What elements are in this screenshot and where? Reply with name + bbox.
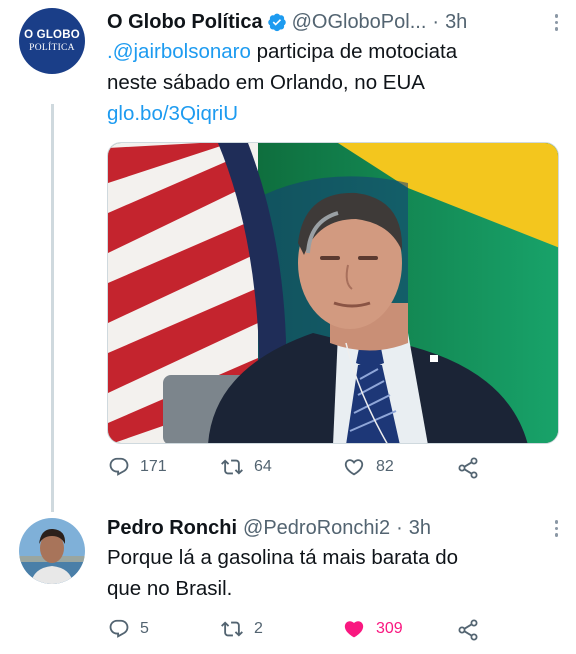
verified-badge-icon [267, 12, 287, 32]
reply-icon [109, 457, 129, 476]
like-button[interactable]: 309 [342, 618, 403, 640]
tweet-pedro-ronchi[interactable]: Pedro Ronchi @PedroRonchi2 · 3h Porque l… [0, 500, 576, 654]
tweet-text-line-1: .@jairbolsonaro participa de motociata [107, 36, 556, 67]
more-icon[interactable] [554, 14, 558, 31]
retweet-icon [221, 459, 243, 475]
avatar-pedro-ronchi[interactable] [19, 518, 85, 584]
mention-link[interactable]: .@jairbolsonaro [107, 40, 251, 63]
display-name[interactable]: Pedro Ronchi [107, 517, 237, 540]
tweet-text: .@jairbolsonaro participa de motociata n… [107, 36, 556, 129]
reply-button[interactable]: 171 [108, 456, 167, 478]
like-filled-icon [344, 621, 364, 638]
separator-dot: · [432, 10, 440, 33]
reply-count: 5 [140, 620, 149, 637]
tweet-text-line-1: Porque lá a gasolina tá mais barata do [107, 546, 459, 569]
share-button[interactable] [456, 618, 480, 642]
share-icon [458, 457, 478, 479]
reply-button[interactable]: 5 [108, 618, 149, 640]
reply-icon [109, 619, 129, 638]
like-count: 82 [376, 458, 394, 475]
tweet-ogloboPolitica[interactable]: O GLOBO POLÍTICA O Globo Política @OGlob… [0, 0, 576, 512]
retweet-button[interactable]: 64 [220, 456, 272, 478]
reply-count: 171 [140, 458, 167, 475]
avatar-logo-text: O GLOBO [24, 29, 80, 41]
retweet-count: 2 [254, 620, 263, 637]
like-button[interactable]: 82 [342, 456, 394, 478]
tweet-header: Pedro Ronchi @PedroRonchi2 · 3h [107, 514, 556, 542]
tweet-actions: 5 2 309 [108, 618, 488, 648]
handle[interactable]: @PedroRonchi2 [243, 517, 390, 540]
avatar-photo [19, 518, 85, 584]
tweet-media-photo[interactable] [107, 142, 559, 444]
more-icon[interactable] [554, 520, 558, 537]
tweet-text-line-2: que no Brasil. [107, 577, 233, 600]
tweet-actions: 171 64 82 [108, 456, 488, 486]
photo-bolsonaro-flags [108, 143, 558, 443]
share-icon [458, 619, 478, 641]
tweet-text-line-2: neste sábado em Orlando, no EUA [107, 71, 425, 94]
display-name[interactable]: O Globo Política [107, 11, 263, 34]
retweet-count: 64 [254, 458, 272, 475]
retweet-icon [221, 621, 243, 637]
share-button[interactable] [456, 456, 480, 480]
handle[interactable]: @OGloboPol... [292, 11, 427, 34]
url-link[interactable]: glo.bo/3QiqriU [107, 102, 238, 125]
thread-connector-line [51, 104, 54, 512]
avatar-logo-subtext: POLÍTICA [29, 43, 75, 53]
separator-dot: · [396, 516, 403, 539]
timestamp[interactable]: 3h [445, 11, 467, 34]
like-icon [344, 459, 364, 476]
like-count: 309 [376, 620, 403, 637]
timestamp[interactable]: 3h [409, 517, 431, 540]
tweet-text: Porque lá a gasolina tá mais barata do q… [107, 542, 556, 604]
retweet-button[interactable]: 2 [220, 618, 263, 640]
tweet-text-rest: participa de motociata [256, 40, 458, 63]
avatar-oglobo-politica[interactable]: O GLOBO POLÍTICA [19, 8, 85, 74]
tweet-header: O Globo Política @OGloboPol... · 3h [107, 8, 556, 36]
